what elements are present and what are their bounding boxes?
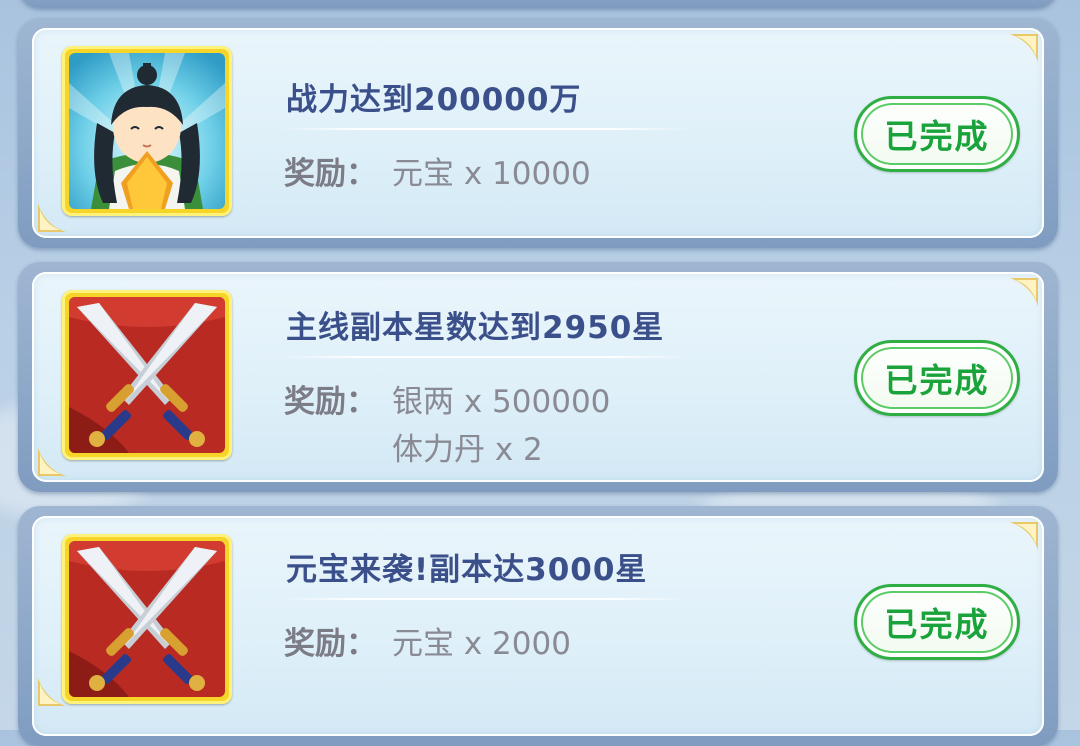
crossed-swords-icon [69,297,225,453]
hero-character-icon [69,53,225,209]
reward-item: 体力丹 x 2 [392,432,543,468]
completed-button[interactable]: 已完成 [854,340,1020,416]
completed-button[interactable]: 已完成 [854,96,1020,172]
reward-label: 奖励： [284,156,377,192]
task-title: 元宝来袭!副本达3000星 [286,552,648,588]
reward-label: 奖励： [284,384,377,420]
title-divider [280,356,690,358]
reward-item: 银两 x 500000 [392,384,611,420]
task-title: 战力达到200000万 [286,82,582,118]
title-divider [280,598,690,600]
task-card: 主线副本星数达到2950星 奖励： 银两 x 500000 体力丹 x 2 已完… [18,262,1058,492]
crossed-swords-icon [69,541,225,697]
task-icon-frame [62,290,232,460]
ornament-corner-icon [1010,34,1038,62]
reward-item: 元宝 x 2000 [392,626,571,662]
task-icon-frame [62,46,232,216]
task-card: 元宝来袭!副本达3000星 奖励： 元宝 x 2000 已完成 [18,506,1058,746]
task-icon-frame [62,534,232,704]
title-divider [280,128,690,130]
completed-button[interactable]: 已完成 [854,584,1020,660]
previous-task-card [18,0,1058,8]
task-card: 战力达到200000万 奖励： 元宝 x 10000 已完成 [18,18,1058,248]
ornament-corner-icon [1010,278,1038,306]
task-title: 主线副本星数达到2950星 [286,310,665,346]
reward-label: 奖励： [284,626,377,662]
reward-item: 元宝 x 10000 [392,156,591,192]
ornament-corner-icon [1010,522,1038,550]
